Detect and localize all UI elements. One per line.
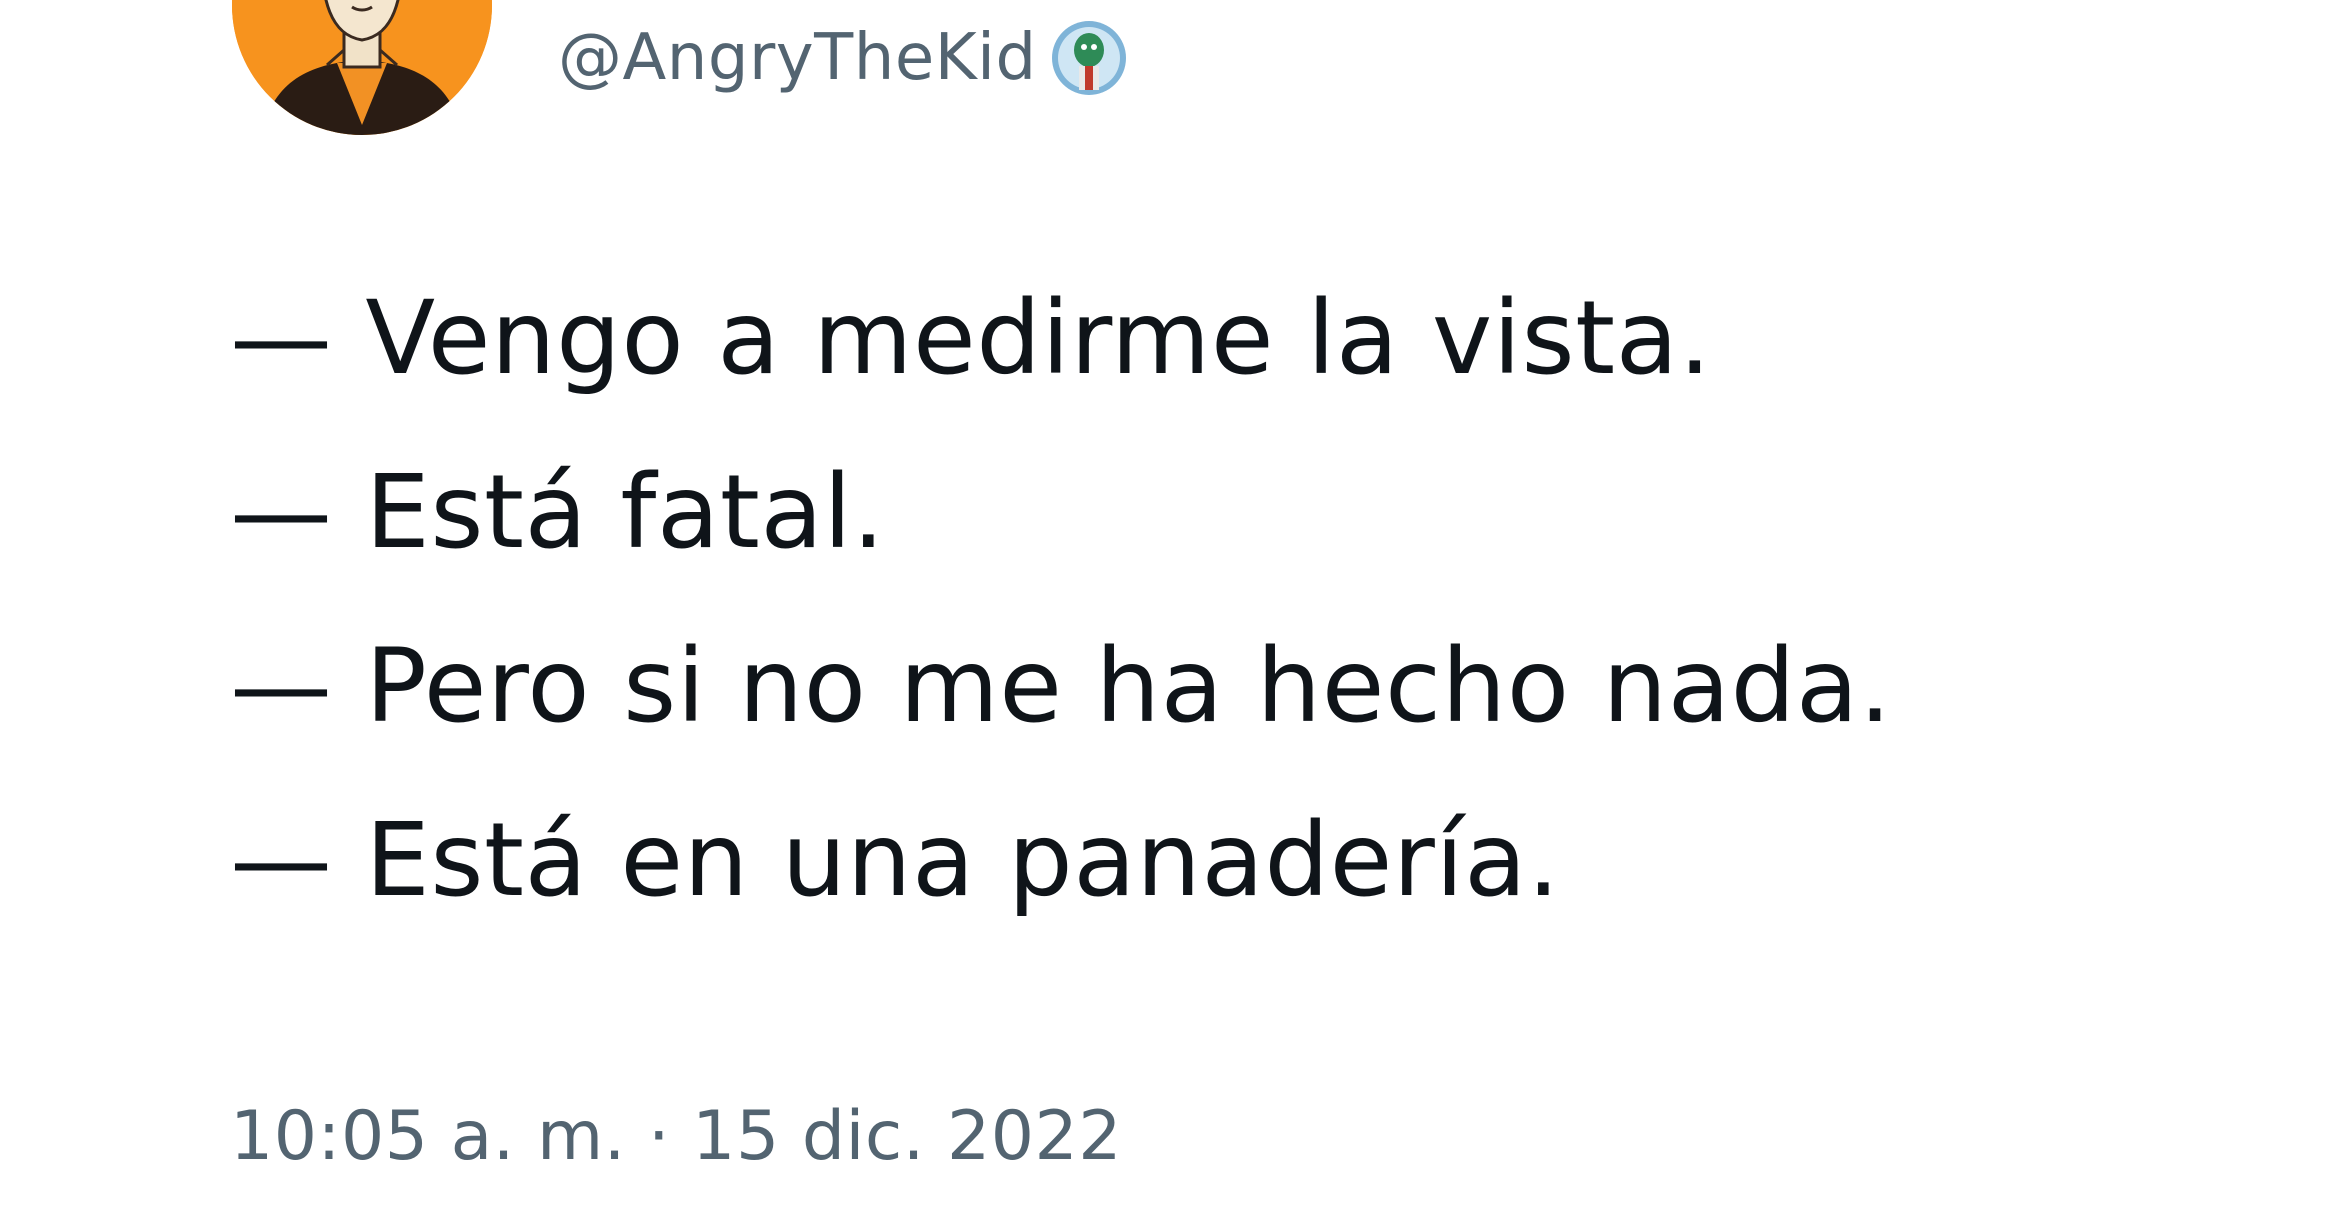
user-handle[interactable]: @AngryTheKid	[558, 18, 1037, 98]
avatar[interactable]	[232, 0, 492, 135]
user-handle-row: @AngryTheKid	[558, 18, 1127, 98]
tweet-line: — Está en una panadería.	[230, 801, 1561, 920]
tweet-timestamp[interactable]: 10:05 a. m. · 15 dic. 2022	[230, 1092, 1122, 1182]
tweet-text: — Vengo a medirme la vista. — Está fatal…	[230, 236, 2280, 964]
avatar-illustration	[232, 0, 492, 135]
emoji-badge-icon	[1051, 20, 1127, 96]
tweet-card: @AngryTheKid — Vengo a medirme la vista.…	[0, 0, 2350, 1230]
